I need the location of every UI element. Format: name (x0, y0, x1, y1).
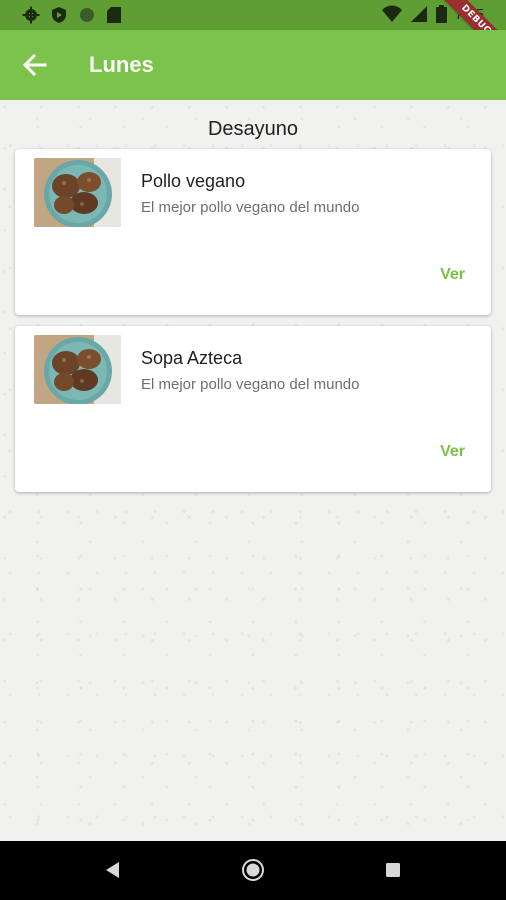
gear-icon (22, 6, 40, 24)
recipe-card[interactable]: Pollo vegano El mejor pollo vegano del m… (15, 149, 491, 315)
system-nav-bar (0, 841, 506, 900)
sd-card-icon (107, 7, 121, 23)
section-title: Desayuno (207, 118, 299, 140)
recipe-subtitle: El mejor pollo vegano del mundo (141, 376, 360, 393)
status-bar: 7:15 (0, 0, 506, 30)
signal-icon (410, 6, 427, 22)
ver-button[interactable]: Ver (440, 443, 465, 461)
status-bar-left-icons (22, 6, 122, 24)
recipe-subtitle: El mejor pollo vegano del mundo (141, 199, 360, 216)
page-title: Lunes (89, 52, 154, 77)
arrow-left-icon (22, 53, 47, 77)
recents-square-icon[interactable] (385, 862, 401, 878)
home-circle-icon[interactable] (241, 858, 265, 882)
shield-icon (52, 7, 66, 23)
recipe-title: Pollo vegano (141, 171, 246, 191)
app-bar: Lunes (0, 30, 506, 100)
battery-icon (435, 5, 447, 23)
recipe-title: Sopa Azteca (141, 348, 243, 368)
recipe-image (34, 158, 121, 227)
wifi-icon (381, 5, 402, 22)
back-triangle-icon[interactable] (103, 860, 123, 880)
recipe-card[interactable]: Sopa Azteca El mejor pollo vegano del mu… (15, 326, 491, 492)
ver-button[interactable]: Ver (440, 266, 465, 284)
circle-icon (80, 8, 94, 22)
back-button[interactable] (20, 50, 50, 80)
recipe-image (34, 335, 121, 404)
